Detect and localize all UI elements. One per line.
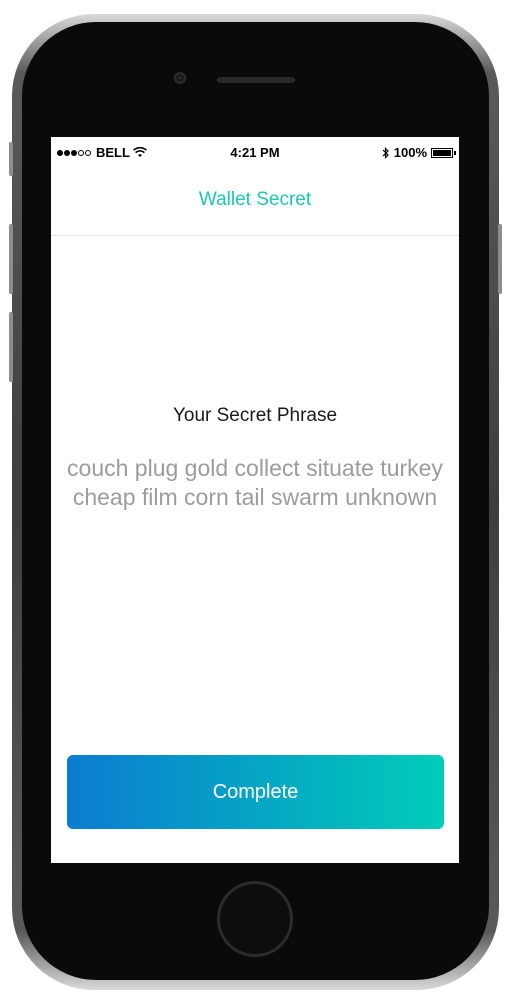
bluetooth-icon bbox=[382, 146, 389, 159]
app-screen: BELL 4:21 PM 100% Wallet Secret Your Sec… bbox=[51, 137, 459, 863]
mute-switch bbox=[9, 142, 13, 176]
volume-up-button bbox=[9, 224, 13, 294]
secret-phrase-heading: Your Secret Phrase bbox=[172, 405, 338, 426]
secret-phrase-text: couch plug gold collect situate turkey c… bbox=[67, 455, 443, 510]
status-bar: BELL 4:21 PM 100% bbox=[51, 137, 459, 167]
home-button[interactable] bbox=[217, 881, 293, 957]
power-button bbox=[498, 224, 502, 294]
front-camera bbox=[174, 72, 186, 84]
status-right: 100% bbox=[382, 145, 456, 160]
battery-percent: 100% bbox=[393, 145, 427, 160]
battery-fill bbox=[433, 149, 451, 156]
complete-button[interactable]: Complete bbox=[67, 755, 444, 829]
battery-icon bbox=[431, 147, 456, 158]
earpiece-speaker bbox=[217, 77, 295, 83]
page-title: Wallet Secret bbox=[198, 189, 312, 210]
volume-down-button bbox=[9, 312, 13, 382]
navigation-bar: Wallet Secret bbox=[51, 167, 459, 236]
